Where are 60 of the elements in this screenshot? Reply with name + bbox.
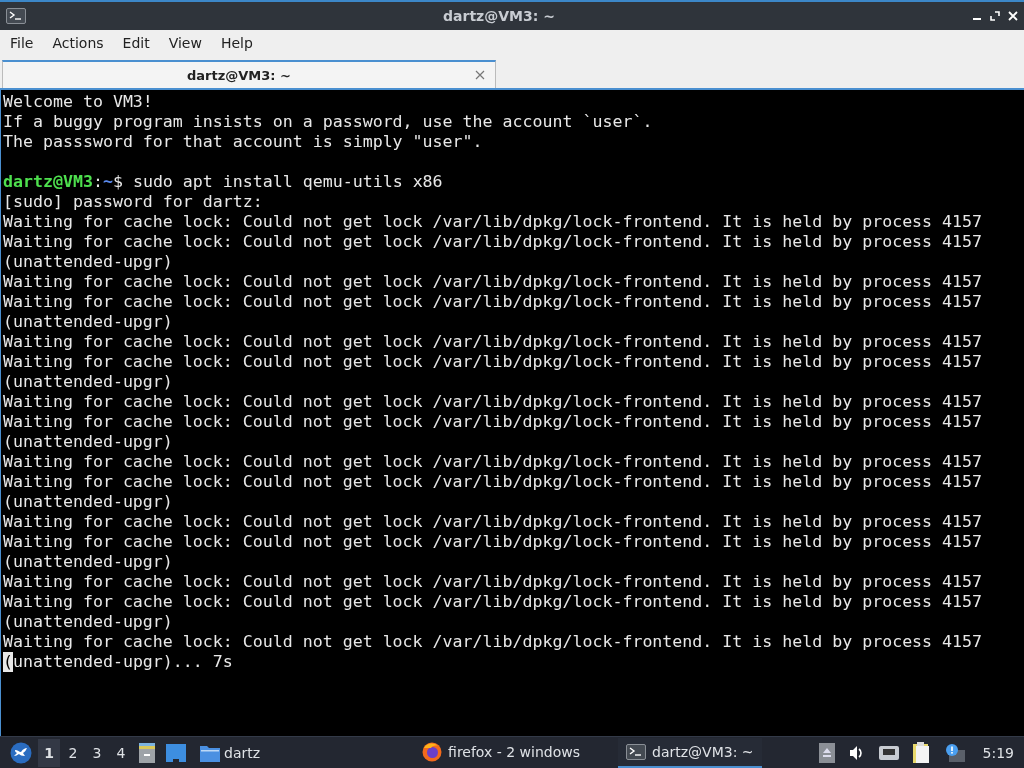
output-line: Waiting for cache lock: Could not get lock /var/lib/dpkg/lock-frontend. It is held by process 4157	[3, 292, 983, 312]
task-button[interactable]: dartz@VM3: ~	[618, 737, 762, 768]
output-line: Welcome to VM3!	[3, 92, 153, 112]
output-line: Waiting for cache lock: Could not get lock /var/lib/dpkg/lock-frontend. It is held by process 4157	[3, 532, 983, 552]
menu-item[interactable]: File	[3, 33, 41, 53]
output-line: Waiting for cache lock: Could not get lock /var/lib/dpkg/lock-frontend. It is held by process 4157	[3, 452, 983, 472]
output-line: (unattended-upgr)	[3, 252, 173, 272]
network-icon[interactable]	[878, 744, 899, 761]
desktop-icon[interactable]	[166, 743, 186, 762]
output-line: Waiting for cache lock: Could not get lock /var/lib/dpkg/lock-frontend. It is held by process 4157	[3, 472, 983, 492]
terminal-icon	[6, 8, 26, 24]
prompt-separator: :	[92, 172, 103, 192]
output-line: [sudo] password for dartz:	[3, 192, 263, 212]
command-text: $ sudo apt install qemu-utils x86	[112, 172, 443, 192]
prompt-path: ~	[102, 172, 113, 192]
output-line: Waiting for cache lock: Could not get lock /var/lib/dpkg/lock-frontend. It is held by process 4157	[3, 412, 983, 432]
browser-icon	[422, 741, 443, 762]
output-line: Waiting for cache lock: Could not get lock /var/lib/dpkg/lock-frontend. It is held by process 4157	[3, 332, 983, 352]
output-line: Waiting for cache lock: Could not get lock /var/lib/dpkg/lock-frontend. It is held by process 4157	[3, 632, 983, 652]
text-cursor: (	[3, 652, 13, 672]
menu-item[interactable]: View	[161, 33, 209, 53]
workspace-button[interactable]: 2	[62, 738, 84, 767]
start-menu-icon[interactable]	[10, 741, 32, 764]
workspace-button[interactable]: 4	[110, 738, 132, 767]
output-line: Waiting for cache lock: Could not get lock /var/lib/dpkg/lock-frontend. It is held by process 4157	[3, 592, 983, 612]
menu-item[interactable]: Actions	[45, 33, 111, 53]
file-cabinet-icon[interactable]	[138, 742, 156, 763]
output-line: Waiting for cache lock: Could not get lock /var/lib/dpkg/lock-frontend. It is held by process 4157	[3, 352, 983, 372]
output-line: unattended-upgr)... 7s	[13, 652, 233, 672]
output-line: Waiting for cache lock: Could not get lock /var/lib/dpkg/lock-frontend. It is held by process 4157	[3, 212, 983, 232]
output-line: The passsword for that account is simply "user".	[3, 132, 483, 152]
eject-icon[interactable]	[818, 742, 835, 763]
output-line: Waiting for cache lock: Could not get lock /var/lib/dpkg/lock-frontend. It is held by process 4157	[3, 512, 983, 532]
folder-label[interactable]: dartz	[224, 744, 261, 761]
output-line: Waiting for cache lock: Could not get lock /var/lib/dpkg/lock-frontend. It is held by process 4157	[3, 572, 983, 592]
menu-item[interactable]: Help	[213, 33, 260, 53]
notification-icon[interactable]	[944, 743, 965, 762]
output-line: Waiting for cache lock: Could not get lock /var/lib/dpkg/lock-frontend. It is held by process 4157	[3, 392, 983, 412]
clipboard-icon[interactable]	[912, 741, 931, 764]
volume-icon[interactable]	[848, 744, 865, 761]
terminal-icon	[626, 743, 646, 760]
output-line: (unattended-upgr)	[3, 612, 173, 632]
menu-item[interactable]: Edit	[115, 33, 157, 53]
workspace-button[interactable]: 1	[38, 738, 60, 767]
output-line: (unattended-upgr)	[3, 312, 173, 332]
output-line: (unattended-upgr)	[3, 432, 173, 452]
output-line: If a buggy program insists on a password, use the account `user`.	[3, 112, 653, 132]
output-line: Waiting for cache lock: Could not get lock /var/lib/dpkg/lock-frontend. It is held by process 4157	[3, 232, 983, 252]
output-line: (unattended-upgr)	[3, 552, 173, 572]
folder-icon[interactable]	[200, 743, 220, 762]
output-line: (unattended-upgr)	[3, 372, 173, 392]
prompt-user: dartz@VM3	[3, 172, 93, 192]
window-title: dartz@VM3: ~	[442, 8, 556, 24]
maximize-icon[interactable]	[990, 11, 1000, 21]
terminal-tab[interactable]: dartz@VM3: ~	[2, 60, 496, 88]
clock[interactable]: 5:19	[978, 744, 1020, 761]
output-line: Waiting for cache lock: Could not get lock /var/lib/dpkg/lock-frontend. It is held by process 4157	[3, 272, 983, 292]
output-line: (unattended-upgr)	[3, 492, 173, 512]
task-button[interactable]: firefox - 2 windows	[414, 737, 588, 768]
workspace-button[interactable]: 3	[86, 738, 108, 767]
